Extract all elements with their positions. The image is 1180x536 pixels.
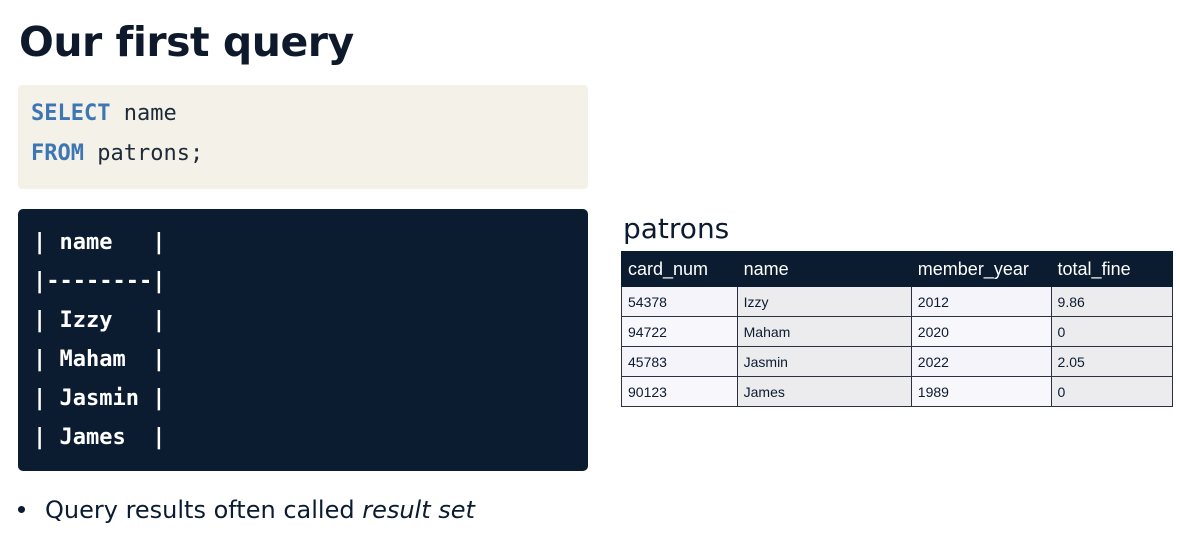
bullet-text: Query results often called <box>45 496 363 524</box>
table-row: 90123 James 1989 0 <box>621 376 1174 407</box>
result-row-line: | Izzy | <box>33 308 166 333</box>
table-cell: 2020 <box>910 316 1052 347</box>
table-header-row: card_num name member_year total_fine <box>621 251 1174 287</box>
query-result-block: | name | |--------| | Izzy | | Maham | |… <box>18 209 588 471</box>
table-cell: 2012 <box>910 286 1052 317</box>
table-cell: 90123 <box>621 376 738 407</box>
table-cell: 1989 <box>910 376 1052 407</box>
result-header-line: | name | <box>33 230 166 255</box>
bullet-emphasis: result set <box>362 496 475 524</box>
result-row-line: | Jasmin | <box>33 386 166 411</box>
table-caption: patrons <box>623 212 730 245</box>
table-cell: Jasmin <box>736 346 912 377</box>
table-cell: 9.86 <box>1050 286 1174 317</box>
result-separator-line: |--------| <box>33 269 166 294</box>
column-header: member_year <box>910 251 1052 287</box>
sql-code-block: SELECT name FROM patrons; <box>18 85 588 189</box>
result-row-line: | Maham | <box>33 347 166 372</box>
patrons-table: card_num name member_year total_fine 543… <box>621 251 1174 407</box>
from-table: patrons; <box>83 141 204 166</box>
table-cell: Maham <box>736 316 912 347</box>
select-keyword: SELECT <box>31 101 111 126</box>
table-row: 54378 Izzy 2012 9.86 <box>621 286 1174 317</box>
code-line-select: SELECT name <box>31 94 575 134</box>
table-cell: 2022 <box>910 346 1052 377</box>
page-title: Our first query <box>19 18 354 66</box>
bullet-icon <box>18 505 25 513</box>
table-cell: 45783 <box>621 346 738 377</box>
bullet-point: Query results often called result set <box>18 492 475 528</box>
table-cell: 54378 <box>621 286 738 317</box>
table-row: 94722 Maham 2020 0 <box>621 316 1174 347</box>
table-cell: 94722 <box>621 316 738 347</box>
column-header: card_num <box>621 251 738 287</box>
select-columns: name <box>110 101 177 126</box>
table-cell: James <box>736 376 912 407</box>
table-cell: 0 <box>1050 316 1174 347</box>
table-cell: 0 <box>1050 376 1174 407</box>
column-header: total_fine <box>1050 251 1174 287</box>
from-keyword: FROM <box>31 141 84 166</box>
table-cell: 2.05 <box>1050 346 1174 377</box>
column-header: name <box>736 251 912 287</box>
table-row: 45783 Jasmin 2022 2.05 <box>621 346 1174 377</box>
table-cell: Izzy <box>736 286 912 317</box>
code-line-from: FROM patrons; <box>31 134 575 174</box>
result-row-line: | James | <box>33 425 166 450</box>
